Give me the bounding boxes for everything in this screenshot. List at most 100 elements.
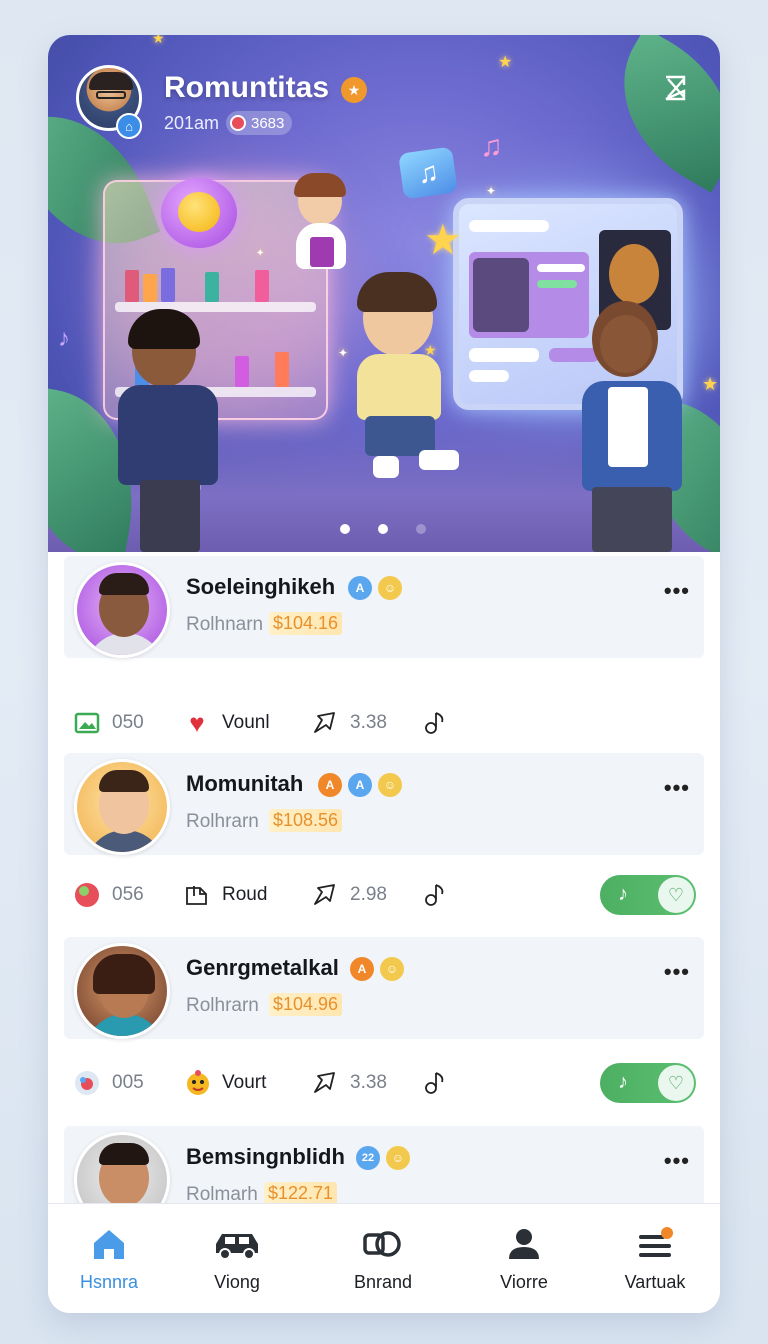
- record-icon: [230, 115, 246, 131]
- feed-list: Soeleinghikeh A ☺ Rolhnarn $104.16 ••• 0…: [48, 552, 720, 1228]
- more-icon[interactable]: •••: [664, 1148, 690, 1174]
- emoji-icon: ☺: [378, 576, 402, 600]
- count-badge: 22: [356, 1146, 380, 1170]
- verified-icon: A: [348, 576, 372, 600]
- star-icon: ✦: [256, 248, 265, 259]
- star-icon: ★: [152, 35, 165, 46]
- hero-subtitle: 201am: [164, 113, 220, 133]
- emoji-icon: ☺: [380, 957, 404, 981]
- bottom-nav: Hsnnra Viong Bnrand Viorre Vartuak: [48, 1203, 720, 1313]
- nav-label: Viong: [214, 1272, 260, 1292]
- item-name: Momunitah: [186, 771, 304, 796]
- item-price: $104.96: [269, 993, 343, 1016]
- carousel-dot[interactable]: [416, 524, 426, 534]
- person-icon: [469, 1222, 579, 1266]
- music-note-icon: [422, 710, 448, 736]
- music-button[interactable]: [422, 1055, 448, 1111]
- like-label: Vounl: [222, 712, 270, 733]
- favorite-toggle[interactable]: ♪ ♡: [600, 1063, 696, 1103]
- item-actions: 050 ♥ Vounl 3.38: [64, 695, 704, 751]
- share-icon: [312, 882, 338, 908]
- share-button[interactable]: 3.38: [312, 695, 387, 751]
- list-item[interactable]: Soeleinghikeh A ☺ Rolhnarn $104.16 •••: [64, 556, 704, 658]
- nav-label: Hsnnra: [79, 1272, 139, 1292]
- count-label: 056: [112, 884, 144, 905]
- music-button[interactable]: [422, 867, 448, 923]
- nav-item-profile[interactable]: Viorre: [469, 1222, 579, 1293]
- list-item[interactable]: Momunitah A A ☺ Rolhrarn $108.56 •••: [64, 753, 704, 855]
- apple-icon: [74, 882, 100, 908]
- character-middle: [343, 272, 473, 480]
- heart-icon: ♡: [658, 877, 694, 913]
- reaction-count[interactable]: 056: [74, 867, 144, 923]
- app-screen: ♫ ♫ ♪ ♫ ★ ★ ★ ✦ ✦ ★ ★ ✦: [48, 35, 720, 1313]
- item-name: Genrgmetalkal: [186, 955, 339, 980]
- link-icon: [328, 1222, 438, 1266]
- music-note-icon: ♪: [618, 1071, 628, 1093]
- menu-icon: [600, 1222, 710, 1266]
- item-subtitle: Rolhrarn: [186, 995, 259, 1016]
- like-label: Vourt: [222, 1072, 267, 1093]
- document-icon: [184, 882, 210, 908]
- like-button[interactable]: Vourt: [184, 1055, 266, 1111]
- share-value: 3.38: [350, 1072, 387, 1093]
- count-label: 050: [112, 712, 144, 733]
- star-icon: ★: [498, 54, 513, 71]
- nav-item-brand[interactable]: Bnrand: [328, 1222, 438, 1293]
- carousel-dot[interactable]: [378, 524, 388, 534]
- status-pill: 3683: [226, 111, 293, 135]
- like-button[interactable]: ♥ Vounl: [184, 695, 270, 751]
- nav-label: Viorre: [500, 1272, 548, 1292]
- emoji-icon: ☺: [378, 773, 402, 797]
- count-label: 005: [112, 1072, 144, 1093]
- verified-icon: A: [348, 773, 372, 797]
- carousel-dots: [340, 524, 426, 534]
- item-actions: 056 Roud 2.98 ♪ ♡: [64, 867, 704, 923]
- share-value: 2.98: [350, 884, 387, 905]
- home-badge-icon: ⌂: [116, 113, 142, 139]
- nav-label: Vartuak: [624, 1272, 686, 1292]
- star-icon: ★: [424, 216, 462, 263]
- read-button[interactable]: Roud: [184, 867, 267, 923]
- character-top: [286, 173, 356, 277]
- avatar: [74, 562, 170, 658]
- character-right: [558, 291, 698, 552]
- emoji-bubble: [161, 178, 237, 248]
- music-note-icon: [422, 882, 448, 908]
- exit-icon[interactable]: [660, 73, 690, 103]
- badge-icon: A: [350, 957, 374, 981]
- nav-item-menu[interactable]: Vartuak: [600, 1222, 710, 1293]
- list-item[interactable]: Genrgmetalkal A ☺ Rolhrarn $104.96 •••: [64, 937, 704, 1039]
- share-icon: [312, 710, 338, 736]
- music-note-icon: [422, 1070, 448, 1096]
- character-emoji-icon: [184, 1070, 210, 1096]
- hero-banner[interactable]: ♫ ♫ ♪ ♫ ★ ★ ★ ✦ ✦ ★ ★ ✦: [48, 35, 720, 552]
- carousel-dot[interactable]: [340, 524, 350, 534]
- share-value: 3.38: [350, 712, 387, 733]
- emoji-icon: ☺: [386, 1146, 410, 1170]
- item-subtitle: Rolhrarn: [186, 811, 259, 832]
- heart-icon: ♥: [189, 707, 205, 738]
- nav-item-home[interactable]: Hsnnra: [54, 1222, 164, 1293]
- nav-item-vehicle[interactable]: Viong: [182, 1222, 292, 1293]
- reaction-count[interactable]: 005: [74, 1055, 144, 1111]
- image-icon: [74, 710, 100, 736]
- read-label: Roud: [222, 884, 268, 905]
- avatar: [74, 943, 170, 1039]
- more-icon[interactable]: •••: [664, 775, 690, 801]
- star-icon: ✦: [486, 184, 497, 198]
- music-button[interactable]: [422, 695, 448, 751]
- share-button[interactable]: 3.38: [312, 1055, 387, 1111]
- music-note-icon: ♪: [58, 325, 70, 352]
- item-name: Bemsingnblidh: [186, 1144, 345, 1169]
- share-icon: [312, 1070, 338, 1096]
- share-button[interactable]: 2.98: [312, 867, 387, 923]
- star-icon: ★: [702, 374, 719, 394]
- character-left: [98, 309, 248, 552]
- image-count[interactable]: 050: [74, 695, 144, 751]
- item-subtitle: Rolhnarn: [186, 614, 264, 635]
- more-icon[interactable]: •••: [664, 578, 690, 604]
- favorite-toggle[interactable]: ♪ ♡: [600, 875, 696, 915]
- music-note-icon: ♫: [480, 130, 503, 163]
- more-icon[interactable]: •••: [664, 959, 690, 985]
